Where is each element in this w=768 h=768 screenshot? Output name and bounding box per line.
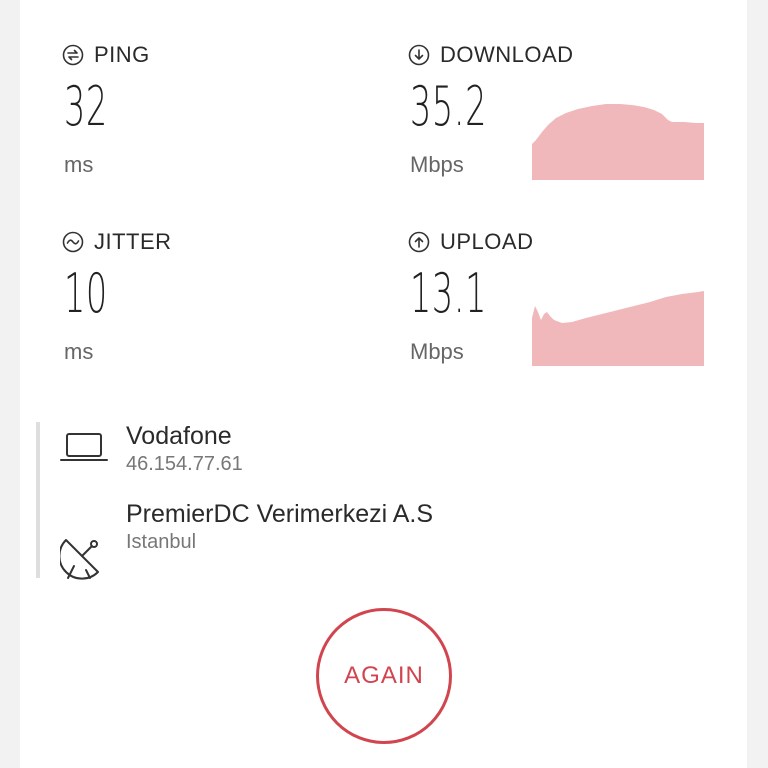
upload-label: UPLOAD <box>440 229 534 254</box>
jitter-label: JITTER <box>94 229 172 254</box>
ping-unit: ms <box>64 152 94 177</box>
server-row: PremierDC Verimerkezi A.S Istanbul <box>58 500 700 580</box>
again-button-label: AGAIN <box>344 662 424 689</box>
ping-header: PING <box>62 42 150 68</box>
download-label: DOWNLOAD <box>440 42 574 67</box>
info-divider <box>36 422 40 578</box>
server-name: PremierDC Verimerkezi A.S <box>126 500 434 528</box>
server-location: Istanbul <box>126 531 197 553</box>
results-card: PING 32 ms DOWNLOAD 35.2 Mbps JITTER 10 … <box>20 0 747 768</box>
ping-label: PING <box>94 42 150 67</box>
arrow-down-circle-icon <box>408 44 430 66</box>
wave-circle-icon <box>62 231 84 253</box>
jitter-unit: ms <box>64 339 94 364</box>
upload-value: 13.1 <box>410 262 488 325</box>
download-value: 35.2 <box>410 75 488 138</box>
provider-name: Vodafone <box>126 422 232 450</box>
ping-value: 32 <box>64 75 108 138</box>
ping-metric: PING 32 ms <box>62 42 150 178</box>
provider-ip: 46.154.77.61 <box>126 453 243 475</box>
download-graph <box>532 104 704 180</box>
jitter-metric: JITTER 10 ms <box>62 229 172 365</box>
jitter-header: JITTER <box>62 229 172 255</box>
upload-graph <box>532 291 704 366</box>
satellite-dish-icon <box>58 526 110 585</box>
arrow-up-circle-icon <box>408 231 430 253</box>
swap-arrows-icon <box>62 44 84 66</box>
provider-row: Vodafone 46.154.77.61 <box>60 422 700 482</box>
download-header: DOWNLOAD <box>408 42 574 68</box>
upload-metric: UPLOAD 13.1 Mbps <box>408 229 534 365</box>
jitter-value: 10 <box>64 262 108 325</box>
upload-header: UPLOAD <box>408 229 534 255</box>
laptop-icon <box>60 428 108 473</box>
again-button[interactable]: AGAIN <box>316 608 452 744</box>
upload-unit: Mbps <box>410 339 464 364</box>
